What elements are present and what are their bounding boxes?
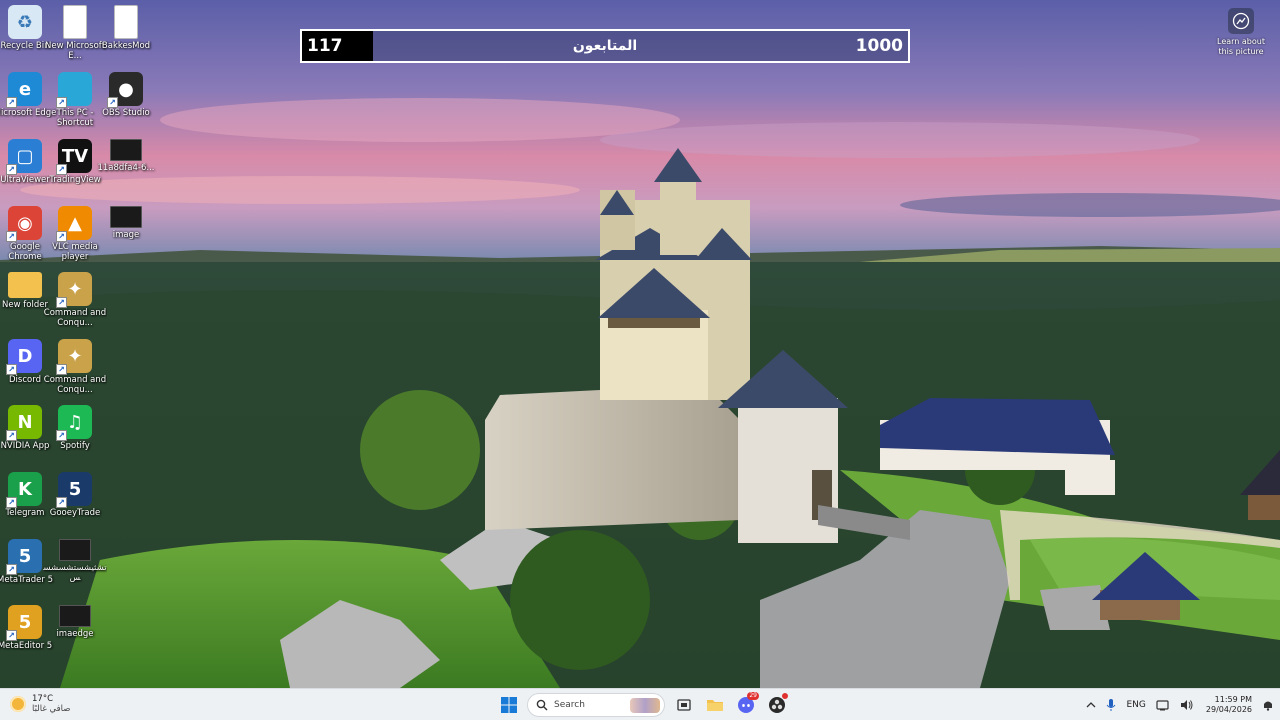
metaeditor-icon: 5 ↗ — [6, 605, 42, 641]
discord-badge: 29 — [747, 692, 759, 700]
desktop-icon-bakkesmod[interactable]: BakkesMod — [96, 5, 156, 51]
desktop-icon-label: Command and Conqu... — [43, 308, 107, 328]
shortcut-arrow-icon: ↗ — [6, 231, 17, 242]
shortcut-arrow-icon: ↗ — [56, 164, 67, 175]
desktop-icon-cnc2[interactable]: ✦ ↗ Command and Conqu... — [43, 339, 107, 395]
desktop-icon-label: Command and Conqu... — [43, 375, 107, 395]
gooeytrade-icon: 5 ↗ — [56, 472, 92, 508]
taskbar-clock[interactable]: 11:59 PM 29/04/2026 — [1206, 695, 1252, 715]
image-thumb-icon — [59, 539, 91, 561]
image-thumb-icon — [59, 605, 91, 627]
shortcut-arrow-icon: ↗ — [56, 497, 67, 508]
recording-dot-icon — [782, 693, 788, 699]
edge-icon: e ↗ — [6, 72, 42, 108]
discord-icon: D ↗ — [6, 339, 42, 375]
monitor-icon: ↗ — [56, 72, 92, 108]
telegram-icon: K ↗ — [6, 472, 42, 508]
follower-progress-bar: 117 المتابعون 1000 — [300, 29, 910, 63]
weather-description: صافي غالبًا — [32, 704, 71, 714]
windows-start-icon[interactable] — [496, 692, 522, 718]
desktop-icon-arabic-file[interactable]: تشثيشستشسشسس — [43, 539, 107, 583]
folder-icon — [8, 272, 42, 298]
search-icon — [536, 696, 548, 715]
desktop-icon-imaedge[interactable]: imaedge — [45, 605, 105, 639]
desktop-icon-file-11a8[interactable]: 11a8dfa4-6... — [96, 139, 156, 173]
obs-taskbar-icon[interactable] — [764, 692, 790, 718]
desktop-icon-label: 11a8dfa4-6... — [97, 163, 155, 173]
shortcut-arrow-icon: ↗ — [56, 231, 67, 242]
desktop-icon-image[interactable]: image — [96, 206, 156, 240]
document-icon — [63, 5, 87, 39]
volume-icon[interactable] — [1180, 699, 1194, 711]
camera-icon — [1228, 8, 1254, 34]
learn-about-picture[interactable]: Learn about this picture — [1212, 8, 1270, 57]
shortcut-arrow-icon: ↗ — [6, 564, 17, 575]
task-view-icon[interactable] — [671, 692, 697, 718]
system-tray: ENG 11:59 PM 29/04/2026 — [1076, 689, 1274, 720]
weather-temperature: 17°C — [32, 694, 54, 704]
shortcut-arrow-icon: ↗ — [56, 297, 67, 308]
shortcut-arrow-icon: ↗ — [6, 97, 17, 108]
document-icon — [114, 5, 138, 39]
cnc-icon: ✦ ↗ — [56, 339, 92, 375]
desktop-icon-label: VLC media player — [52, 242, 98, 262]
chevron-up-icon[interactable] — [1086, 701, 1096, 709]
desktop-icon-spotify[interactable]: ♫ ↗ Spotify — [45, 405, 105, 451]
shortcut-arrow-icon: ↗ — [56, 430, 67, 441]
image-thumb-icon — [110, 139, 142, 161]
ultraviewer-icon: ▢ ↗ — [6, 139, 42, 175]
language-indicator[interactable]: ENG — [1126, 700, 1145, 710]
desktop-icon-label: GooeyTrade — [49, 508, 101, 518]
shortcut-arrow-icon: ↗ — [107, 97, 118, 108]
desktop-icon-label: MetaEditor 5 — [0, 641, 53, 651]
clock-time: 11:59 PM — [1214, 695, 1252, 704]
shortcut-arrow-icon: ↗ — [6, 497, 17, 508]
shortcut-arrow-icon: ↗ — [6, 164, 17, 175]
desktop-icon-label: TradingView — [49, 175, 101, 185]
sun-icon — [10, 696, 26, 712]
taskbar: 17°C صافي غالبًا 29 — [0, 688, 1280, 720]
desktop-wallpaper — [0, 0, 1280, 688]
vlc-icon: ▲ ↗ — [56, 206, 92, 242]
desktop-icon-label: OBS Studio — [102, 108, 150, 118]
shortcut-arrow-icon: ↗ — [6, 430, 17, 441]
desktop-icon-obs[interactable]: ● ↗ OBS Studio — [96, 72, 156, 118]
taskbar-search-box[interactable] — [527, 693, 665, 717]
tradingview-icon: TV ↗ — [56, 139, 92, 175]
spotify-icon: ♫ ↗ — [56, 405, 92, 441]
search-highlight-image — [630, 698, 660, 713]
notification-icon[interactable] — [1262, 699, 1274, 711]
nvidia-icon: N ↗ — [6, 405, 42, 441]
microphone-icon[interactable] — [1106, 698, 1116, 712]
network-icon[interactable] — [1156, 699, 1170, 711]
shortcut-arrow-icon: ↗ — [6, 630, 17, 641]
desktop-icon-label: BakkesMod — [101, 41, 151, 51]
desktop-icon-gooeytrade[interactable]: 5 ↗ GooeyTrade — [45, 472, 105, 518]
image-thumb-icon — [110, 206, 142, 228]
desktop-icon-cnc1[interactable]: ✦ ↗ Command and Conqu... — [43, 272, 107, 328]
desktop-icon-label: imaedge — [56, 629, 94, 639]
desktop-icon-label: تشثيشستشسشسس — [43, 563, 107, 583]
discord-taskbar-icon[interactable]: 29 — [733, 692, 759, 718]
obs-icon: ● ↗ — [107, 72, 143, 108]
taskbar-center: 29 — [496, 692, 795, 718]
shortcut-arrow-icon: ↗ — [6, 364, 17, 375]
chrome-icon: ◉ ↗ — [6, 206, 42, 242]
clock-date: 29/04/2026 — [1205, 705, 1252, 714]
follower-goal-count: 1000 — [855, 36, 903, 56]
cnc-icon: ✦ ↗ — [56, 272, 92, 308]
desktop-icon-label: Spotify — [60, 441, 90, 451]
weather-widget[interactable]: 17°C صافي غالبًا — [10, 694, 70, 714]
learn-about-picture-label: Learn about this picture — [1217, 37, 1265, 56]
desktop-icon-label: image — [112, 230, 140, 240]
file-explorer-icon[interactable] — [702, 692, 728, 718]
metatrader-icon: 5 ↗ — [6, 539, 42, 575]
shortcut-arrow-icon: ↗ — [56, 364, 67, 375]
follower-title: المتابعون — [572, 38, 638, 54]
shortcut-arrow-icon: ↗ — [56, 97, 67, 108]
recycle-bin-icon: ♻ — [8, 5, 42, 39]
